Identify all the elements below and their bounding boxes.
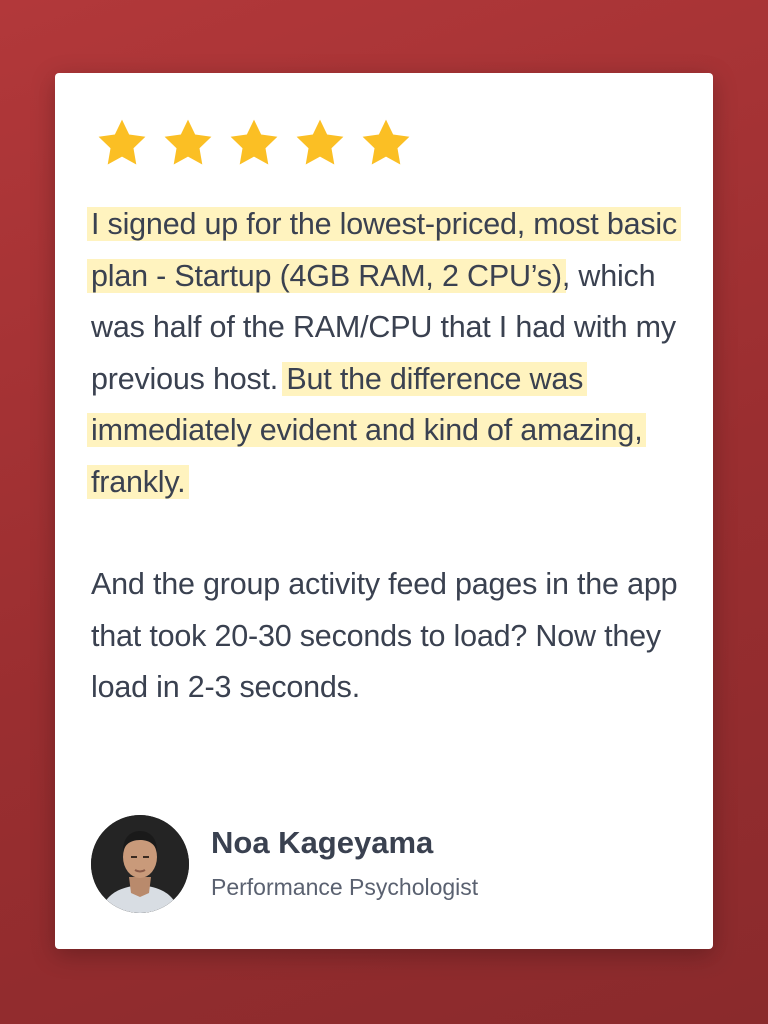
star-icon: [296, 119, 344, 165]
testimonial-card: I signed up for the lowest-priced, most …: [55, 73, 713, 949]
quote-paragraph-2: And the group activity feed pages in the…: [91, 567, 678, 704]
author-info: Noa Kageyama Performance Psychologist: [211, 823, 478, 905]
author-block: Noa Kageyama Performance Psychologist: [91, 815, 478, 913]
testimonial-quote: I signed up for the lowest-priced, most …: [87, 199, 691, 714]
quote-paragraph-1: I signed up for the lowest-priced, most …: [87, 199, 691, 508]
star-icon: [362, 119, 410, 165]
star-icon: [164, 119, 212, 165]
star-rating: [95, 117, 425, 169]
avatar-photo: [91, 815, 189, 913]
avatar: [91, 815, 189, 913]
author-name: Noa Kageyama: [211, 825, 434, 860]
star-icon: [98, 119, 146, 165]
author-title: Performance Psychologist: [211, 874, 479, 900]
star-icon: [230, 119, 278, 165]
